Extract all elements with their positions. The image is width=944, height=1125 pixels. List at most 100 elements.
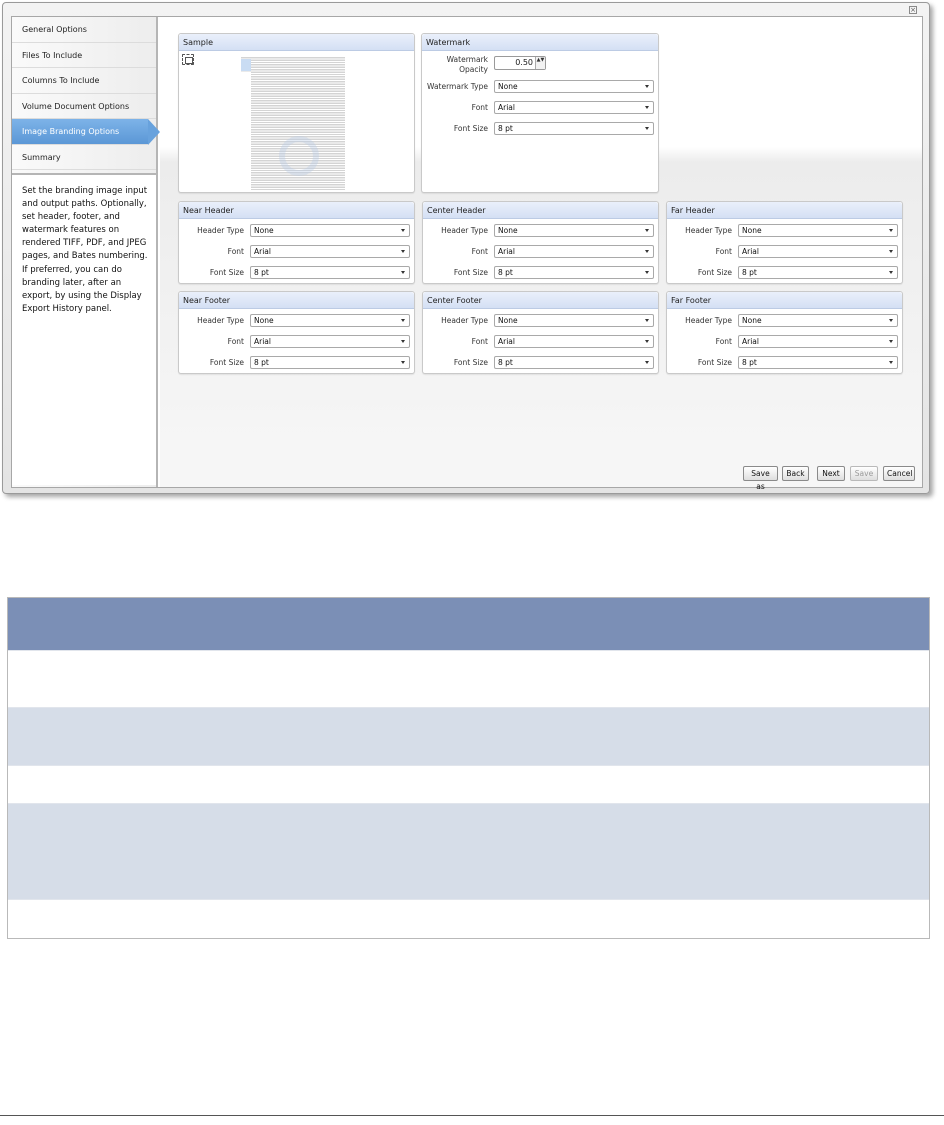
- near-header-font-dropdown[interactable]: Arial: [250, 245, 410, 258]
- header-type-label: Header Type: [197, 316, 244, 325]
- dropdown-value: None: [742, 316, 762, 325]
- sample-panel: Sample: [178, 33, 415, 193]
- dropdown-value: None: [254, 226, 274, 235]
- near-footer-panel: Near Footer Header Type None Font Arial …: [178, 291, 415, 374]
- dropdown-value: Arial: [498, 337, 515, 346]
- far-header-title: Far Header: [667, 202, 902, 219]
- wizard-nav: General Options Files To Include Columns…: [12, 17, 160, 487]
- dropdown-value: Arial: [742, 247, 759, 256]
- watermark-font-dropdown[interactable]: Arial: [494, 101, 654, 114]
- center-header-title: Center Header: [423, 202, 658, 219]
- dropdown-value: 8 pt: [498, 358, 513, 367]
- center-footer-type-dropdown[interactable]: None: [494, 314, 654, 327]
- font-size-label: Font Size: [697, 358, 732, 367]
- save-as-button[interactable]: Save as: [743, 466, 778, 491]
- far-footer-title: Far Footer: [667, 292, 902, 309]
- watermark-preview: [279, 136, 319, 176]
- center-footer-title: Center Footer: [423, 292, 658, 309]
- font-size-label: Font Size: [697, 268, 732, 277]
- dropdown-value: 8 pt: [498, 268, 513, 277]
- font-label: Font: [471, 337, 488, 346]
- dropdown-value: 8 pt: [742, 358, 757, 367]
- table-row: [8, 803, 929, 899]
- watermark-type-dropdown[interactable]: None: [494, 80, 654, 93]
- far-footer-font-size-dropdown[interactable]: 8 pt: [738, 356, 898, 369]
- dropdown-value: Arial: [254, 337, 271, 346]
- center-header-font-size-dropdown[interactable]: 8 pt: [494, 266, 654, 279]
- export-dialog: × General Options Files To Include Colum…: [2, 2, 930, 494]
- branding-options-content: Sample Watermark Watermark Opacity 0.50 …: [160, 17, 922, 491]
- near-footer-font-size-dropdown[interactable]: 8 pt: [250, 356, 410, 369]
- nav-item-columns-to-include[interactable]: Columns To Include: [12, 68, 156, 94]
- dropdown-value: Arial: [742, 337, 759, 346]
- stepper-arrows-icon[interactable]: ▲▼: [535, 57, 545, 69]
- watermark-panel-title: Watermark: [422, 34, 658, 51]
- empty-table: [7, 597, 930, 939]
- fit-to-page-icon[interactable]: [182, 54, 194, 65]
- watermark-font-size-label: Font Size: [453, 124, 488, 133]
- dropdown-value: 8 pt: [254, 358, 269, 367]
- near-header-type-dropdown[interactable]: None: [250, 224, 410, 237]
- back-button[interactable]: Back: [782, 466, 809, 481]
- near-header-title: Near Header: [179, 202, 414, 219]
- nav-item-image-branding-options[interactable]: Image Branding Options: [12, 119, 160, 145]
- watermark-opacity-value: 0.50: [515, 58, 533, 67]
- chevron-down-icon: [401, 271, 405, 274]
- nav-item-files-to-include[interactable]: Files To Include: [12, 43, 156, 68]
- chevron-down-icon: [889, 250, 893, 253]
- dialog-body: General Options Files To Include Columns…: [11, 16, 923, 491]
- watermark-font-label: Font: [471, 103, 488, 112]
- center-header-type-dropdown[interactable]: None: [494, 224, 654, 237]
- dropdown-value: 8 pt: [742, 268, 757, 277]
- font-size-label: Font Size: [453, 268, 488, 277]
- center-footer-font-size-dropdown[interactable]: 8 pt: [494, 356, 654, 369]
- far-header-font-size-dropdown[interactable]: 8 pt: [738, 266, 898, 279]
- sample-panel-title: Sample: [179, 34, 414, 51]
- table-row: [8, 650, 929, 707]
- table-row: [8, 707, 929, 765]
- nav-item-summary[interactable]: Summary: [12, 145, 156, 170]
- far-header-type-dropdown[interactable]: None: [738, 224, 898, 237]
- branding-image-thumbnail: [241, 59, 251, 71]
- table-row: [8, 899, 929, 938]
- nav-item-volume-document-options[interactable]: Volume Document Options: [12, 94, 156, 119]
- dropdown-value: None: [498, 226, 518, 235]
- nav-item-general-options[interactable]: General Options: [12, 17, 156, 43]
- center-footer-font-dropdown[interactable]: Arial: [494, 335, 654, 348]
- far-header-font-dropdown[interactable]: Arial: [738, 245, 898, 258]
- center-header-font-dropdown[interactable]: Arial: [494, 245, 654, 258]
- chevron-down-icon: [401, 229, 405, 232]
- chevron-down-icon: [645, 250, 649, 253]
- dropdown-value: Arial: [254, 247, 271, 256]
- far-footer-font-dropdown[interactable]: Arial: [738, 335, 898, 348]
- header-type-label: Header Type: [197, 226, 244, 235]
- far-footer-panel: Far Footer Header Type None Font Arial F…: [666, 291, 903, 374]
- chevron-down-icon: [645, 85, 649, 88]
- sample-page-preview: [241, 56, 345, 190]
- header-type-label: Header Type: [441, 316, 488, 325]
- near-footer-type-dropdown[interactable]: None: [250, 314, 410, 327]
- chevron-down-icon: [401, 361, 405, 364]
- font-size-label: Font Size: [209, 358, 244, 367]
- far-footer-type-dropdown[interactable]: None: [738, 314, 898, 327]
- save-button[interactable]: Save: [850, 466, 878, 481]
- chevron-down-icon: [645, 361, 649, 364]
- close-icon[interactable]: ×: [909, 6, 917, 14]
- cancel-button[interactable]: Cancel: [883, 466, 915, 481]
- watermark-opacity-stepper[interactable]: 0.50 ▲▼: [494, 56, 546, 70]
- chevron-down-icon: [645, 127, 649, 130]
- next-button[interactable]: Next: [817, 466, 845, 481]
- header-type-label: Header Type: [685, 226, 732, 235]
- chevron-down-icon: [401, 250, 405, 253]
- center-footer-panel: Center Footer Header Type None Font Aria…: [422, 291, 659, 374]
- chevron-down-icon: [401, 340, 405, 343]
- font-size-label: Font Size: [209, 268, 244, 277]
- near-footer-font-dropdown[interactable]: Arial: [250, 335, 410, 348]
- chevron-down-icon: [645, 271, 649, 274]
- far-header-panel: Far Header Header Type None Font Arial F…: [666, 201, 903, 284]
- chevron-down-icon: [645, 229, 649, 232]
- near-header-font-size-dropdown[interactable]: 8 pt: [250, 266, 410, 279]
- watermark-font-size-dropdown[interactable]: 8 pt: [494, 122, 654, 135]
- chevron-down-icon: [401, 319, 405, 322]
- step-description: Set the branding image input and output …: [12, 173, 156, 485]
